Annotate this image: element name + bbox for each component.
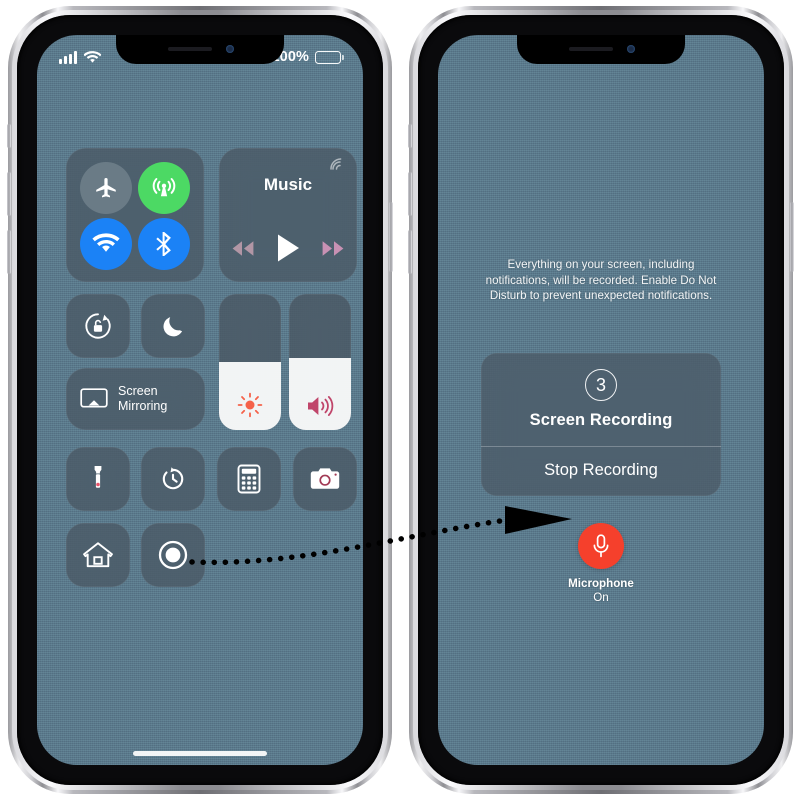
wifi-toggle[interactable] bbox=[80, 218, 132, 270]
sheet-title: Screen Recording bbox=[529, 411, 673, 429]
play-icon[interactable] bbox=[275, 233, 301, 263]
volume-up-button[interactable] bbox=[7, 172, 11, 216]
side-power-button[interactable] bbox=[389, 202, 393, 272]
control-center: Music Screen Mirroring bbox=[37, 35, 363, 765]
screen-recording-sheet: 3 Screen Recording Stop Recording bbox=[481, 353, 721, 496]
mute-switch[interactable] bbox=[408, 124, 412, 148]
shortcut-flashlight[interactable] bbox=[66, 447, 130, 511]
right-phone: Everything on your screen, including not… bbox=[408, 6, 794, 794]
battery-full-icon bbox=[315, 50, 344, 64]
brightness-slider[interactable] bbox=[219, 294, 281, 430]
connectivity-module bbox=[66, 148, 204, 282]
right-screen: Everything on your screen, including not… bbox=[438, 35, 764, 765]
sheet-header[interactable]: 3 Screen Recording bbox=[481, 353, 721, 446]
bluetooth-toggle[interactable] bbox=[138, 218, 190, 270]
home-house-icon bbox=[83, 542, 113, 568]
shortcut-screen-recording[interactable] bbox=[141, 523, 205, 587]
screen-mirroring-icon bbox=[80, 387, 108, 408]
bluetooth-icon bbox=[156, 232, 171, 256]
speaker-volume-icon bbox=[308, 396, 334, 416]
screen-mirroring-button[interactable]: Screen Mirroring bbox=[66, 368, 205, 430]
front-camera-icon bbox=[627, 45, 635, 53]
fast-forward-icon[interactable] bbox=[321, 240, 345, 257]
shortcut-calculator[interactable] bbox=[217, 447, 281, 511]
airplane-icon bbox=[96, 178, 116, 198]
mute-switch[interactable] bbox=[7, 124, 11, 148]
stop-recording-button[interactable]: Stop Recording bbox=[481, 447, 721, 496]
timer-icon bbox=[162, 467, 184, 490]
volume-down-button[interactable] bbox=[7, 230, 11, 274]
rotation-lock-icon bbox=[85, 313, 111, 339]
wifi-icon bbox=[84, 50, 101, 63]
countdown-badge: 3 bbox=[585, 369, 617, 401]
microphone-icon bbox=[593, 534, 609, 558]
music-title: Music bbox=[263, 175, 313, 194]
wifi-icon bbox=[92, 233, 120, 252]
flashlight-icon bbox=[94, 466, 102, 488]
music-module[interactable]: Music bbox=[219, 148, 357, 282]
calculator-icon bbox=[237, 464, 261, 494]
volume-slider[interactable] bbox=[289, 294, 351, 430]
left-phone: 100% Music Screen Mirroring bbox=[7, 6, 393, 794]
rewind-icon[interactable] bbox=[231, 240, 255, 257]
shortcut-timer[interactable] bbox=[141, 447, 205, 511]
camera-icon bbox=[310, 468, 340, 489]
rotation-lock-toggle[interactable] bbox=[66, 294, 130, 358]
left-screen: 100% Music Screen Mirroring bbox=[37, 35, 363, 765]
volume-up-button[interactable] bbox=[408, 172, 412, 216]
do-not-disturb-toggle[interactable] bbox=[141, 294, 205, 358]
screen-record-icon bbox=[158, 540, 188, 570]
shortcut-home[interactable] bbox=[66, 523, 130, 587]
volume-down-button[interactable] bbox=[408, 230, 412, 274]
screen-mirroring-label-line1: Screen bbox=[118, 384, 158, 398]
microphone-toggle-button[interactable] bbox=[578, 523, 624, 569]
brightness-sun-icon bbox=[237, 392, 263, 418]
microphone-label: Microphone bbox=[568, 577, 634, 590]
cellular-data-toggle[interactable] bbox=[138, 162, 190, 214]
moon-icon bbox=[163, 317, 183, 337]
microphone-state: On bbox=[593, 591, 609, 604]
airplay-audio-icon bbox=[330, 158, 342, 170]
screen-mirroring-label-line2: Mirroring bbox=[118, 399, 168, 413]
phone-bezel: Everything on your screen, including not… bbox=[418, 15, 784, 785]
notch bbox=[116, 35, 284, 64]
side-power-button[interactable] bbox=[790, 202, 794, 272]
front-camera-icon bbox=[226, 45, 234, 53]
microphone-control: Microphone On bbox=[438, 523, 764, 605]
cellular-bars-icon bbox=[59, 50, 77, 64]
airplane-mode-toggle[interactable] bbox=[80, 162, 132, 214]
notch bbox=[517, 35, 685, 64]
home-indicator[interactable] bbox=[133, 751, 267, 756]
earpiece-speaker-icon bbox=[168, 47, 212, 51]
phone-bezel: 100% Music Screen Mirroring bbox=[17, 15, 383, 785]
recording-notice: Everything on your screen, including not… bbox=[485, 258, 717, 303]
cellular-antenna-icon bbox=[152, 178, 176, 197]
screenshot-stage: 100% Music Screen Mirroring Everything o… bbox=[0, 0, 802, 800]
earpiece-speaker-icon bbox=[569, 47, 613, 51]
shortcut-camera[interactable] bbox=[293, 447, 357, 511]
